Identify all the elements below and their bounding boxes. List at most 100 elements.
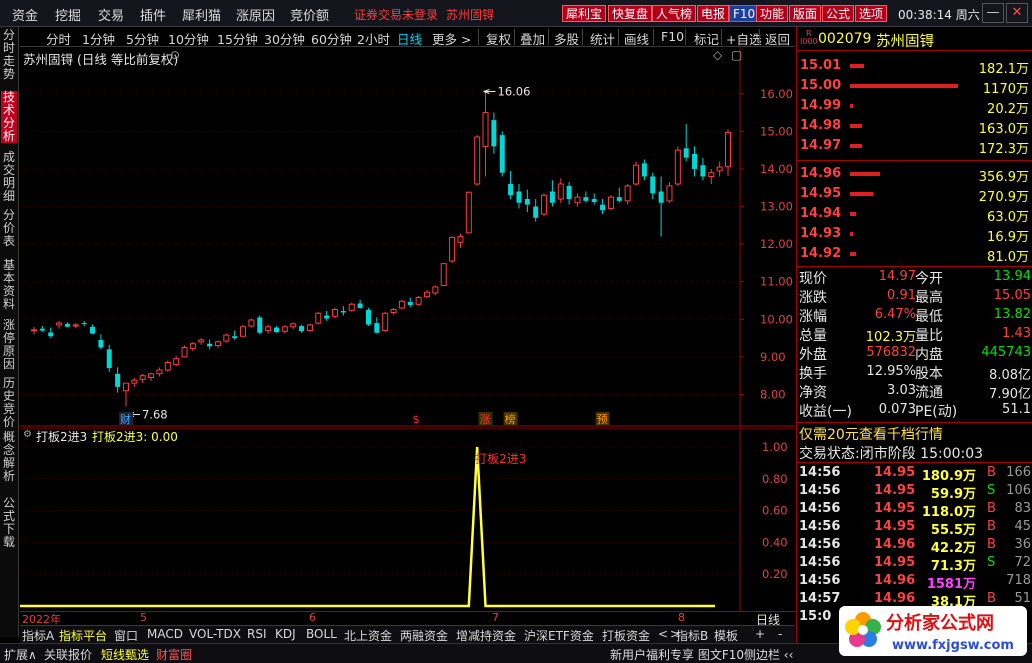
chart-dropdown-icon[interactable]: ⊙ bbox=[170, 48, 180, 62]
tab-boll[interactable]: BOLL bbox=[306, 627, 337, 641]
menu-plugins[interactable]: 插件 bbox=[140, 5, 166, 24]
tick-count: 718 bbox=[1006, 573, 1031, 588]
tick-time: 14:56 bbox=[799, 555, 841, 570]
tab-indicator-platform[interactable]: 指标平台 bbox=[59, 627, 107, 644]
left-tab[interactable]: 技术分析 bbox=[1, 91, 17, 143]
indicator-settings-icon[interactable]: ⚙ bbox=[23, 429, 32, 440]
period-daily[interactable]: 日线 bbox=[397, 29, 422, 48]
period-1min[interactable]: 1分钟 bbox=[82, 29, 115, 48]
left-tab[interactable]: 历史竞价 bbox=[1, 377, 17, 429]
expand-toggle[interactable]: 扩展∧ bbox=[4, 646, 37, 663]
tab-rsi[interactable]: RSI bbox=[247, 627, 267, 641]
popularity-button[interactable]: 人气榜 bbox=[652, 5, 697, 22]
tab-kdj[interactable]: KDJ bbox=[275, 627, 296, 641]
left-tab[interactable]: 公式下载 bbox=[1, 497, 17, 549]
order-book-row[interactable]: 15.01 182.1万 bbox=[797, 56, 1032, 77]
menu-trade[interactable]: 交易 bbox=[98, 5, 124, 24]
tick-price: 14.95 bbox=[874, 501, 916, 516]
zoom-out-button[interactable]: - bbox=[778, 627, 782, 641]
volume-bar bbox=[850, 172, 880, 176]
menu-mining[interactable]: 挖掘 bbox=[55, 5, 81, 24]
draw-line-button[interactable]: 画线 bbox=[624, 29, 649, 48]
tab-template[interactable]: 模板 bbox=[714, 627, 738, 644]
tab-vol-tdx[interactable]: VOL-TDX bbox=[189, 627, 241, 641]
left-tab[interactable]: 分时走势 bbox=[1, 29, 17, 81]
event-mark[interactable]: 预 bbox=[597, 413, 608, 426]
news-ticker[interactable]: 新用户福利专享 图文F10侧边栏 ‹‹ bbox=[610, 646, 793, 663]
function-button[interactable]: 功能 bbox=[756, 5, 789, 22]
f10-button[interactable]: F10 bbox=[729, 5, 760, 22]
quick-review-button[interactable]: 快复盘 bbox=[608, 5, 653, 22]
chart-f10-button[interactable]: F10 bbox=[661, 29, 684, 44]
menu-xilimao[interactable]: 犀利猫 bbox=[182, 5, 221, 24]
tab-holding-change-funds[interactable]: 增减持资金 bbox=[456, 627, 516, 644]
order-book-row[interactable]: 14.94 63.0万 bbox=[797, 204, 1032, 225]
zoom-in-button[interactable]: + bbox=[755, 627, 765, 641]
left-tab[interactable]: 概念解析 bbox=[1, 431, 17, 483]
indicator-name[interactable]: 打板2进3 bbox=[36, 428, 87, 445]
period-more[interactable]: 更多 > bbox=[432, 29, 471, 48]
left-tab[interactable]: 成交明细 bbox=[1, 151, 17, 203]
menu-limit-reason[interactable]: 涨原因 bbox=[236, 5, 275, 24]
layout-button[interactable]: 版面 bbox=[789, 5, 822, 22]
xilibao-button[interactable]: 犀利宝 bbox=[562, 5, 607, 22]
order-book-row[interactable]: 14.95 270.9万 bbox=[797, 184, 1032, 205]
options-button[interactable]: 选项 bbox=[855, 5, 888, 22]
stat-value: 13.82 bbox=[993, 307, 1031, 322]
kline-chart[interactable]: 8.00 9.00 10.00 11.00 12.00 13.00 14.00 15.00 16… bbox=[20, 47, 795, 427]
formula-button[interactable]: 公式 bbox=[822, 5, 855, 22]
tab-macd[interactable]: MACD bbox=[147, 627, 183, 641]
login-notice[interactable]: 证券交易未登录 bbox=[354, 6, 438, 23]
tab-northbound-funds[interactable]: 北上资金 bbox=[344, 627, 392, 644]
multi-stock-button[interactable]: 多股 bbox=[554, 29, 579, 48]
event-mark[interactable]: 榜 bbox=[505, 412, 516, 426]
order-book-row[interactable]: 14.99 20.2万 bbox=[797, 96, 1032, 117]
short-term-picks-tab[interactable]: 短线甄选 bbox=[101, 646, 149, 663]
tab-indicator-a[interactable]: 指标A bbox=[22, 627, 54, 644]
left-tab[interactable]: 涨停原因 bbox=[1, 319, 17, 371]
period-10min[interactable]: 10分钟 bbox=[168, 29, 209, 48]
overlay-button[interactable]: 叠加 bbox=[520, 29, 545, 48]
minimize-icon[interactable]: — bbox=[982, 3, 1004, 23]
order-book-row[interactable]: 14.96 356.9万 bbox=[797, 164, 1032, 185]
order-book-row[interactable]: 14.98 163.0万 bbox=[797, 116, 1032, 137]
order-book-row[interactable]: 14.93 16.9万 bbox=[797, 224, 1032, 245]
add-watchlist-button[interactable]: +自选 bbox=[726, 29, 761, 48]
tab-margin-funds[interactable]: 两融资金 bbox=[400, 627, 448, 644]
indicator-chart[interactable]: 0.20 0.40 0.60 0.80 1.00 打板2进3 打板2进3 打板2进3: 0… bbox=[20, 428, 795, 611]
period-60min[interactable]: 60分钟 bbox=[311, 29, 352, 48]
back-button[interactable]: 返回 bbox=[765, 29, 790, 48]
period-fenshi[interactable]: 分时 bbox=[46, 29, 71, 48]
tab-indicator-b[interactable]: 指标B bbox=[676, 627, 708, 644]
expand-icon[interactable]: ▢ bbox=[731, 48, 742, 62]
related-quotes-tab[interactable]: 关联报价 bbox=[44, 646, 92, 663]
order-book-row[interactable]: 15.00 1170万 bbox=[797, 76, 1032, 97]
event-mark[interactable]: 财 bbox=[120, 412, 131, 426]
telegraph-button[interactable]: 电报 bbox=[697, 5, 730, 22]
close-icon[interactable]: ✕ bbox=[1006, 3, 1028, 23]
menu-auction[interactable]: 竞价额 bbox=[290, 5, 329, 24]
period-15min[interactable]: 15分钟 bbox=[217, 29, 258, 48]
order-book-row[interactable]: 14.97 172.3万 bbox=[797, 136, 1032, 157]
left-tab[interactable]: 基本资料 bbox=[1, 259, 17, 311]
period-2hour[interactable]: 2小时 bbox=[357, 29, 390, 48]
wealth-circle-tab[interactable]: 财富圈 bbox=[156, 646, 192, 663]
order-book-row[interactable]: 14.92 81.0万 bbox=[797, 244, 1032, 265]
tab-window[interactable]: 窗口 bbox=[114, 627, 138, 644]
left-tab[interactable]: 分价表 bbox=[1, 209, 17, 248]
adjust-button[interactable]: 复权 bbox=[486, 29, 511, 48]
tick-time: 14:56 bbox=[799, 465, 841, 480]
tab-limit-funds[interactable]: 打板资金 bbox=[602, 627, 650, 644]
period-30min[interactable]: 30分钟 bbox=[264, 29, 305, 48]
event-mark[interactable]: $ bbox=[413, 413, 420, 426]
promo-link[interactable]: 仅需20元查看千档行情 bbox=[799, 424, 943, 444]
tab-scroll-left[interactable]: < bbox=[658, 627, 668, 641]
period-5min[interactable]: 5分钟 bbox=[126, 29, 159, 48]
tab-etf-funds[interactable]: 沪深ETF资金 bbox=[524, 627, 594, 644]
event-mark[interactable]: 涨 bbox=[480, 413, 491, 426]
mark-button[interactable]: 标记 bbox=[694, 29, 719, 48]
statistics-button[interactable]: 统计 bbox=[590, 29, 615, 48]
menu-funds[interactable]: 资金 bbox=[12, 5, 38, 24]
diamond-icon[interactable]: ◇ bbox=[713, 48, 722, 62]
tick-side: S bbox=[987, 483, 996, 498]
